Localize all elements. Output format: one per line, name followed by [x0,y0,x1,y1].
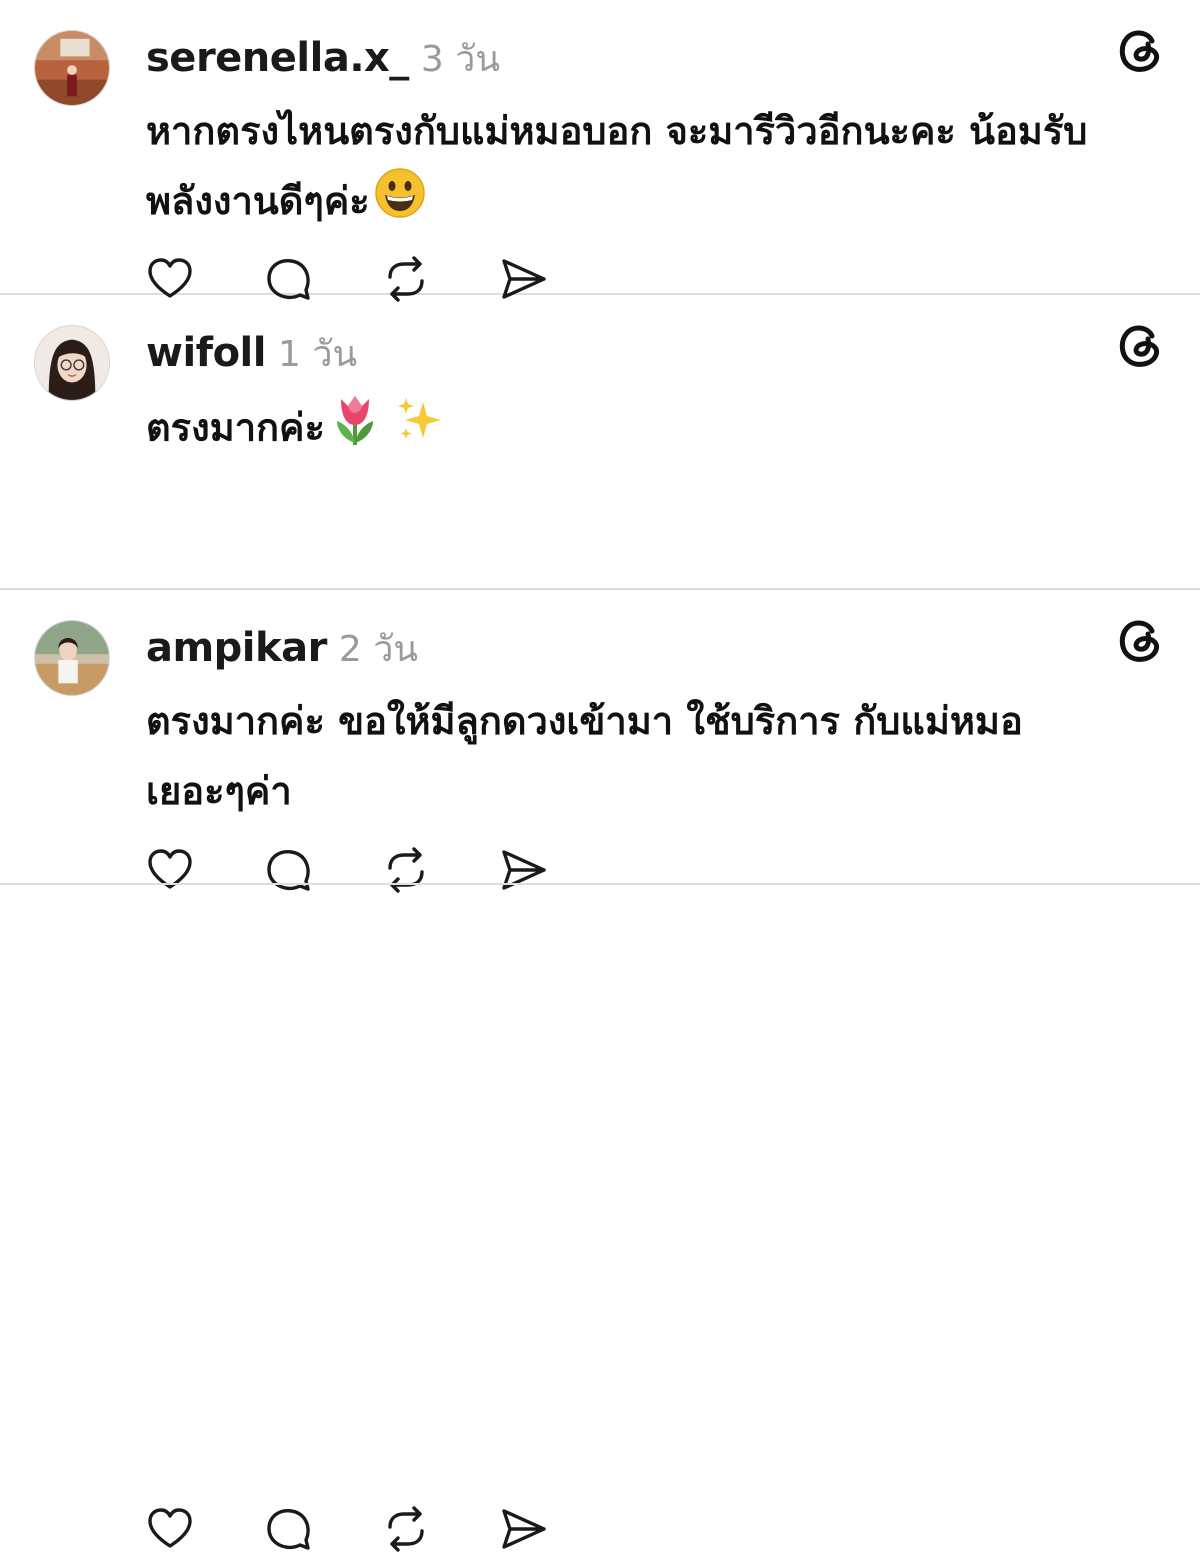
post-header: wifoll 1 วัน [146,325,357,377]
share-button[interactable] [500,1504,618,1554]
post-card: wifoll 1 วัน ตรงมากค่ะ [0,295,1200,893]
avatar[interactable] [34,30,110,106]
avatar[interactable] [34,620,110,696]
username[interactable]: serenella.x_ [146,35,409,81]
threads-logo-icon[interactable] [1114,319,1166,371]
comment-icon [267,1509,310,1550]
post-card: serenella.x_ 3 วัน หากตรงไหนตรงกับแม่หมอ… [0,0,1200,302]
repost-icon [388,1506,424,1552]
post-header: serenella.x_ 3 วัน [146,30,500,82]
post-text: ตรงมากค่ะ ขอให้มีลูกดวงเข้ามา ใช้บริการ … [146,686,1106,826]
post-body: ตรงมากค่ะ [146,405,325,450]
post-card: ampikar 2 วัน ตรงมากค่ะ ขอให้มีลูกดวงเข้… [0,590,1200,1552]
avatar[interactable] [34,325,110,401]
sparkles-emoji [395,394,445,466]
grinning-face-emoji [374,167,426,241]
share-icon [502,1509,546,1549]
repost-button[interactable] [382,1504,500,1554]
heart-icon [148,1508,192,1548]
post-text: หากตรงไหนตรงกับแม่หมอบอก จะมารีวิวอีกนะค… [146,96,1146,241]
reply-button[interactable] [264,1504,382,1554]
post-body: หากตรงไหนตรงกับแม่หมอบอก จะมารีวิวอีกนะค… [146,109,1088,223]
username[interactable]: ampikar [146,625,327,671]
tulip-emoji [329,391,381,469]
timestamp: 2 วัน [338,629,419,670]
username[interactable]: wifoll [146,330,266,376]
threads-logo-icon[interactable] [1114,614,1166,666]
timestamp: 3 วัน [420,39,500,80]
threads-logo-icon[interactable] [1114,24,1166,76]
like-button[interactable] [146,1504,264,1554]
timestamp: 1 วัน [277,334,358,375]
post-text: ตรงมากค่ะ [146,391,1146,469]
post-body: ตรงมากค่ะ ขอให้มีลูกดวงเข้ามา ใช้บริการ … [146,699,1023,813]
post-actions [146,1504,618,1554]
post-header: ampikar 2 วัน [146,620,418,672]
